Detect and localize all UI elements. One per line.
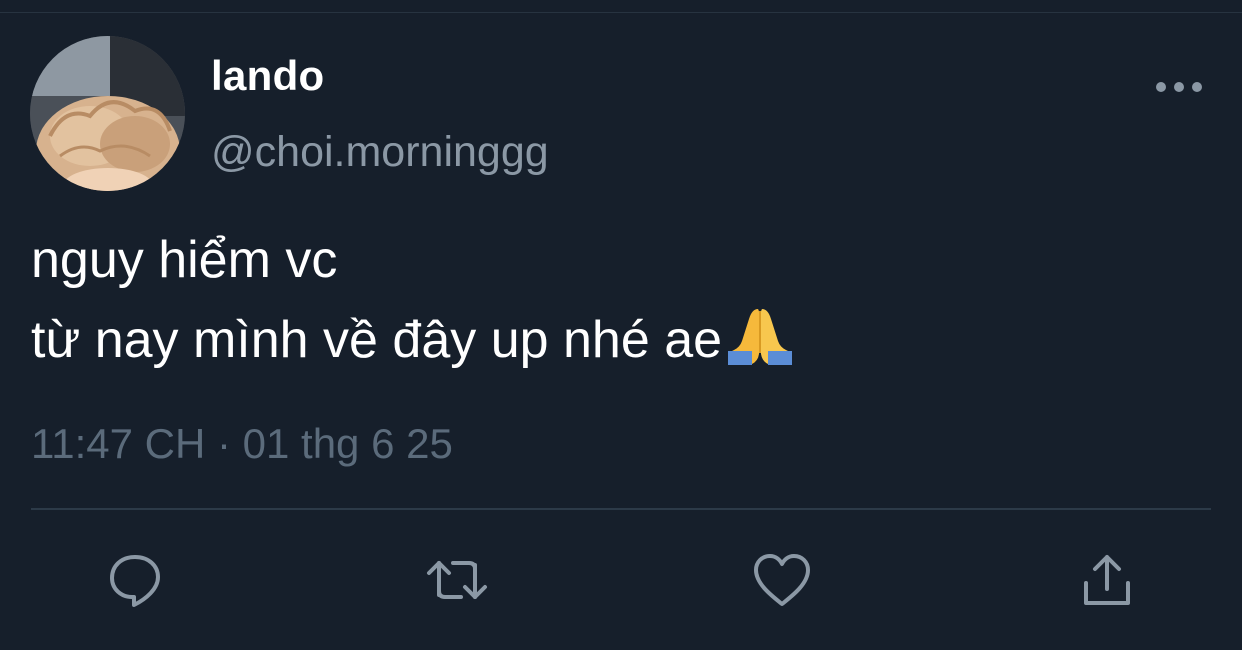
avatar[interactable] [30,36,185,191]
dot [1156,82,1166,92]
share-button[interactable] [1075,548,1139,612]
author-handle[interactable]: @choi.morninggg [211,128,549,177]
timestamp[interactable]: 11:47 CH · 01 thg 6 25 [31,420,453,468]
share-upload-icon [1084,555,1130,605]
author-name[interactable]: lando [211,52,325,100]
tweet-card: lando @choi.morninggg nguy hiểm vc từ na… [0,0,1242,650]
retweet-icon [427,561,487,599]
tweet-line-2-text: từ nay mình về đây up nhé ae [31,311,723,369]
retweet-button[interactable] [425,548,489,612]
top-divider [0,12,1242,13]
tweet-text: nguy hiểm vc từ nay mình về đây up nhé a… [31,220,793,388]
speech-bubble-icon [110,555,160,607]
folded-hands-icon [728,303,793,388]
dot [1174,82,1184,92]
avatar-image [30,36,185,191]
reply-button[interactable] [103,548,167,612]
more-options-icon[interactable] [1156,74,1202,100]
action-divider [31,508,1211,510]
tweet-line-2: từ nay mình về đây up nhé ae [31,300,793,388]
like-button[interactable] [750,548,814,612]
tweet-line-1: nguy hiểm vc [31,231,338,289]
heart-icon [754,554,810,606]
dot [1192,82,1202,92]
